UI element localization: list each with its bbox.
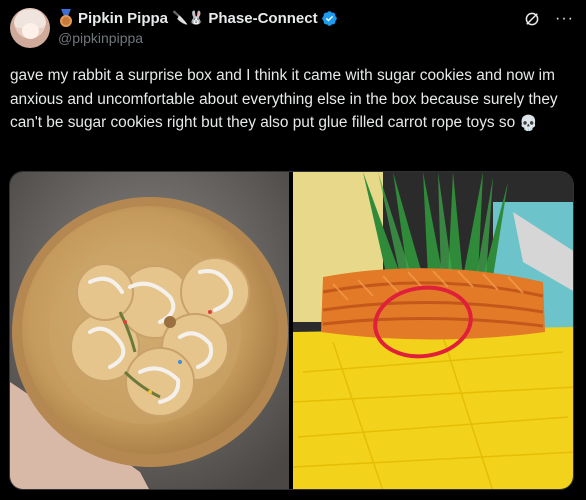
skull-icon: 💀	[519, 115, 539, 132]
tweet-card[interactable]: Pipkin Pippa 🔪🐰 Phase-Connect @pipkinpip…	[0, 0, 586, 500]
avatar-face	[22, 23, 39, 39]
knife-rabbit-emoji: 🔪🐰	[172, 10, 205, 25]
display-name[interactable]: Pipkin Pippa	[78, 10, 168, 27]
tweet-text: gave my rabbit a surprise box and I thin…	[10, 64, 570, 136]
photo-cookies[interactable]	[10, 172, 289, 489]
tweet-actions: ···	[523, 10, 574, 28]
affiliation-name[interactable]: Phase-Connect	[208, 10, 317, 27]
more-options-icon[interactable]: ···	[555, 10, 574, 28]
name-row: Pipkin Pippa 🔪🐰 Phase-Connect	[58, 8, 526, 28]
media-grid	[9, 171, 574, 490]
verified-check-icon	[321, 10, 337, 26]
tweet-header: Pipkin Pippa 🔪🐰 Phase-Connect @pipkinpip…	[58, 8, 526, 48]
user-handle[interactable]: @pipkinpippa	[58, 30, 526, 46]
medal-icon	[58, 9, 74, 27]
photo-carrot-toy[interactable]	[293, 172, 573, 489]
avatar[interactable]	[10, 8, 50, 48]
grok-icon[interactable]	[523, 10, 541, 28]
tweet-body: gave my rabbit a surprise box and I thin…	[10, 67, 558, 131]
